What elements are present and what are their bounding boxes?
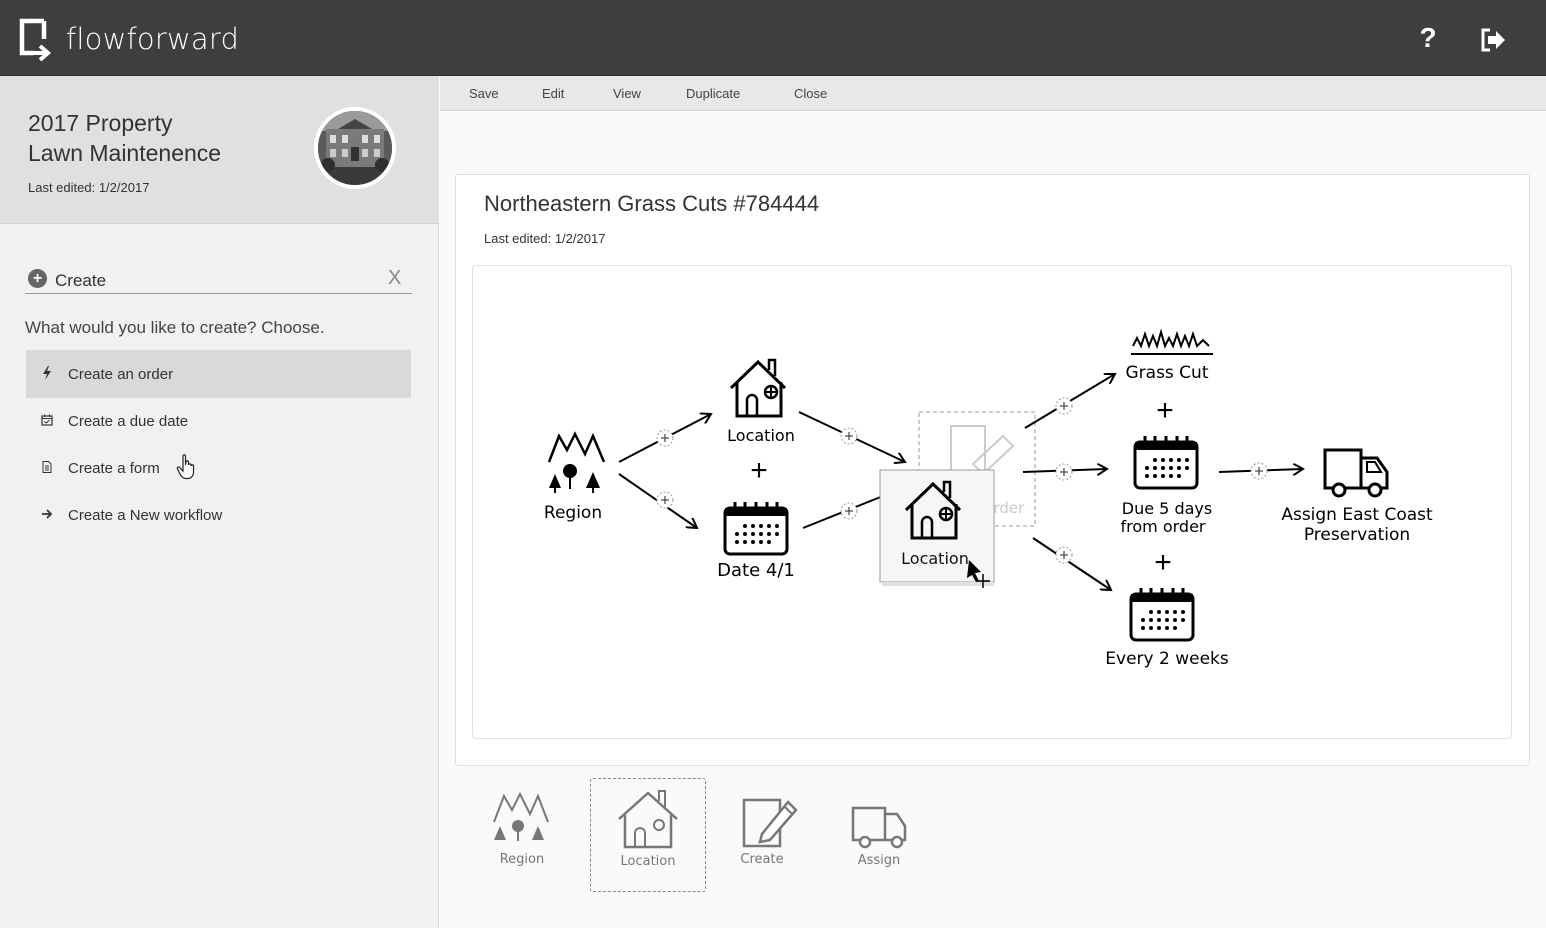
plus-join: + — [750, 454, 768, 487]
menu-item-label: Create a form — [68, 459, 160, 477]
top-bar: flowforward ? — [0, 0, 1546, 76]
due-label-line2: from order — [1121, 517, 1206, 536]
due-date-node[interactable]: Due 5 days from order — [1121, 434, 1213, 536]
menu-item-label: Create a due date — [68, 412, 189, 430]
location-icon — [618, 790, 678, 849]
edge — [1032, 537, 1111, 590]
add-step-button[interactable] — [1055, 463, 1073, 481]
logout-button[interactable] — [1478, 26, 1510, 54]
palette-label: Assign — [857, 853, 901, 868]
plus-join: + — [1154, 546, 1172, 579]
palette-create[interactable]: Create — [704, 778, 820, 892]
edit-button[interactable]: Edit — [542, 86, 564, 101]
palette-label: Create — [740, 852, 784, 867]
add-step-button[interactable] — [840, 427, 858, 445]
project-avatar[interactable] — [314, 107, 396, 189]
palette-region[interactable]: Region — [464, 778, 580, 892]
arrow-right-icon — [26, 507, 68, 523]
close-icon[interactable]: X — [388, 267, 401, 290]
palette-location[interactable]: Location — [590, 778, 706, 892]
assign-label-line1: Assign East Coast — [1281, 505, 1433, 525]
logo[interactable]: flowforward — [18, 17, 239, 61]
calendar-check-icon — [26, 413, 68, 429]
assign-label-line2: Preservation — [1304, 525, 1410, 545]
app-name: flowforward — [66, 22, 240, 56]
due-label-line1: Due 5 days — [1122, 499, 1212, 518]
project-last-edited: Last edited: 1/2/2017 — [28, 180, 150, 195]
create-prompt: What would you like to create? Choose. — [25, 318, 325, 337]
dragging-location-card[interactable]: Location — [879, 469, 995, 588]
grass-cut-node[interactable]: Grass Cut — [1125, 328, 1213, 383]
document-icon — [26, 460, 68, 476]
building-photo — [318, 111, 392, 185]
workflow-card: Northeastern Grass Cuts #784444 Last edi… — [455, 174, 1530, 766]
workflow-diagram: Region Location + Date 4/1 Order Grass C… — [544, 328, 1433, 669]
recurrence-node[interactable]: Every 2 weeks — [1105, 586, 1229, 669]
sidebar: 2017 Property Lawn Maintenence Last edit… — [0, 76, 439, 928]
create-header: + Create X — [25, 264, 412, 294]
plus-join: + — [1156, 394, 1174, 427]
close-button[interactable]: Close — [794, 86, 827, 101]
question-icon: ? — [1419, 22, 1437, 53]
create-icon — [742, 798, 798, 848]
create-due-date-item[interactable]: Create a due date — [26, 397, 411, 445]
palette-label: Location — [620, 854, 676, 869]
create-order-item[interactable]: Create an order — [26, 350, 411, 398]
location-node-label: Location — [727, 426, 795, 445]
menu-item-label: Create an order — [68, 365, 174, 383]
menu-item-label: Create a New workflow — [68, 506, 223, 524]
palette-assign[interactable]: Assign — [821, 778, 937, 892]
dragging-card-label: Location — [901, 549, 969, 568]
region-node[interactable]: Region — [544, 431, 606, 523]
duplicate-button[interactable]: Duplicate — [686, 86, 740, 101]
add-step-button[interactable] — [656, 429, 674, 447]
workflow-title: Northeastern Grass Cuts #784444 — [484, 191, 820, 216]
grass-cut-label: Grass Cut — [1125, 363, 1208, 383]
toolbar: Save Edit View Duplicate Close — [440, 76, 1546, 111]
create-form-item[interactable]: Create a form — [26, 444, 411, 492]
workflow-canvas[interactable]: Region Location + Date 4/1 Order Grass C… — [472, 265, 1512, 739]
location-node[interactable]: Location — [727, 358, 795, 445]
bolt-icon — [26, 365, 68, 383]
hand-cursor-icon — [176, 454, 195, 480]
workflow-last-edited: Last edited: 1/2/2017 — [484, 231, 606, 246]
project-header: 2017 Property Lawn Maintenence Last edit… — [0, 76, 439, 224]
add-step-button[interactable] — [1055, 397, 1073, 415]
create-title: Create — [55, 271, 107, 290]
region-icon — [493, 791, 549, 841]
date-node-label: Date 4/1 — [717, 560, 795, 581]
region-node-label: Region — [544, 503, 602, 523]
project-title: 2017 Property Lawn Maintenence — [28, 108, 288, 168]
view-button[interactable]: View — [613, 86, 641, 101]
save-button[interactable]: Save — [469, 86, 499, 101]
add-step-button[interactable] — [840, 502, 858, 520]
add-step-button[interactable] — [1055, 546, 1073, 564]
palette-label: Region — [499, 852, 545, 867]
assign-icon — [851, 806, 907, 849]
help-button[interactable]: ? — [1414, 22, 1442, 54]
recurrence-label: Every 2 weeks — [1105, 649, 1229, 669]
assign-node[interactable]: Assign East Coast Preservation — [1281, 448, 1433, 545]
logout-icon — [1481, 28, 1505, 52]
project-title-line: 2017 Property — [28, 110, 173, 136]
plus-circle-icon: + — [28, 269, 47, 288]
project-title-line: Lawn Maintenence — [28, 140, 222, 166]
add-step-button[interactable] — [656, 491, 674, 509]
add-step-button[interactable] — [1250, 462, 1268, 480]
date-node[interactable]: Date 4/1 — [717, 500, 795, 581]
flowforward-logo-icon — [19, 18, 52, 61]
create-workflow-item[interactable]: Create a New workflow — [26, 491, 411, 539]
